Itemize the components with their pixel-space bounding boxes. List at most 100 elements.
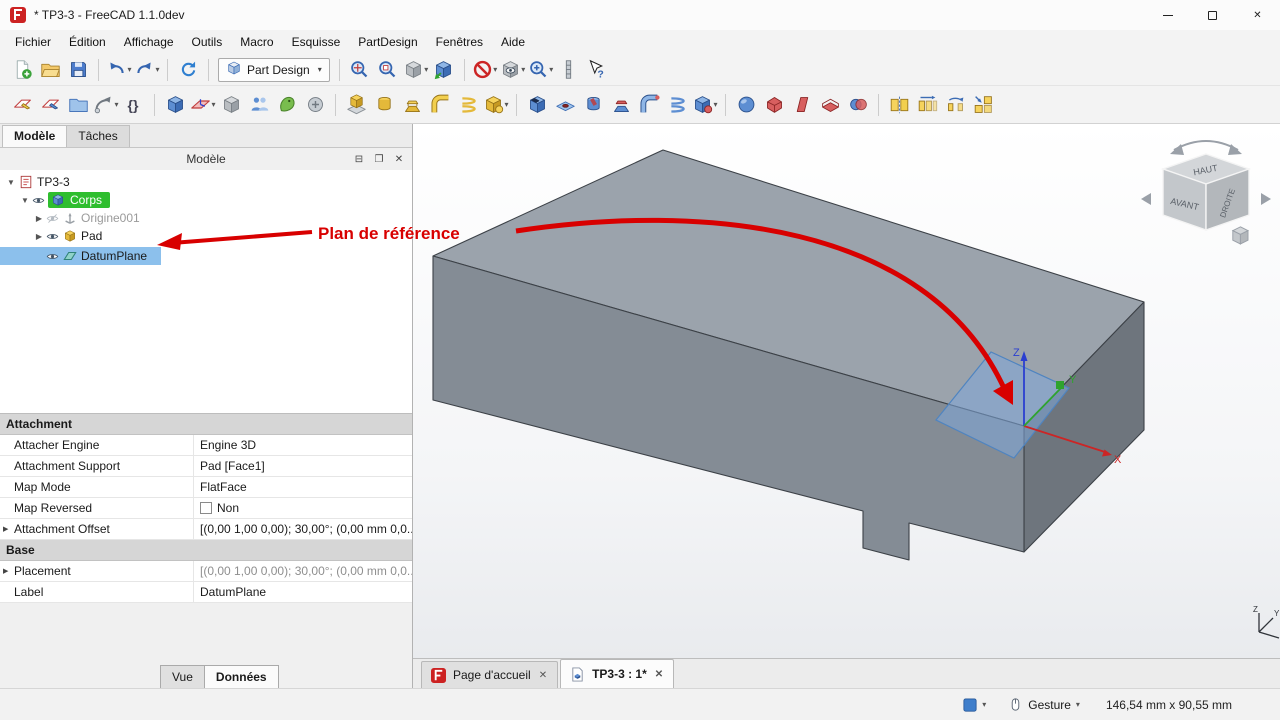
minimize-button[interactable] (1145, 0, 1190, 30)
expander-caret-icon[interactable]: ▶ (3, 567, 8, 575)
edit-sketch-button[interactable] (37, 91, 63, 119)
multitransform-button[interactable] (970, 91, 996, 119)
dropdown-caret-icon[interactable]: ▾ (127, 65, 131, 74)
undo-button[interactable]: ▾ (106, 56, 132, 84)
create-clone-button[interactable] (246, 91, 272, 119)
tree-label-document[interactable]: TP3-3 (37, 175, 70, 189)
pan-left-arrow-icon[interactable] (1141, 193, 1151, 205)
expander-caret-icon[interactable]: ▶ (3, 525, 8, 533)
navigation-cube[interactable]: HAUT AVANT DROITE (1141, 141, 1271, 244)
fit-selection-button[interactable] (375, 56, 401, 84)
subtractive-pipe-button[interactable] (636, 91, 662, 119)
dropdown-caret-icon[interactable]: ▾ (713, 100, 717, 109)
dropdown-caret-icon[interactable]: ▾ (521, 65, 525, 74)
property-value[interactable]: Engine 3D (194, 435, 412, 455)
subtractive-primitive-button[interactable]: ▾ (692, 91, 718, 119)
mirrored-button[interactable] (886, 91, 912, 119)
tree-item-origin[interactable]: ▶ Origine001 (0, 209, 412, 227)
tab-donnees[interactable]: Données (204, 665, 279, 688)
navcube-mini-cube-icon[interactable] (1233, 227, 1248, 244)
tab-start-page[interactable]: Page d'accueil ✕ (421, 661, 558, 688)
visibility-eye-off-icon[interactable] (46, 212, 62, 225)
thickness-button[interactable] (817, 91, 843, 119)
property-value[interactable]: [(0,00 1,00 0,00); 30,00°; (0,00 mm 0,0.… (194, 561, 412, 581)
expand-caret-icon[interactable]: ▶ (32, 232, 46, 241)
property-row[interactable]: ▶Attachment Offset[(0,00 1,00 0,00); 30,… (0, 519, 412, 540)
pocket-button[interactable] (524, 91, 550, 119)
fillet-button[interactable] (733, 91, 759, 119)
expand-caret-icon[interactable]: ▼ (4, 178, 18, 187)
tab-label[interactable]: TP3-3 : 1* (592, 667, 647, 681)
visibility-eye-icon[interactable] (46, 230, 62, 243)
linear-pattern-button[interactable] (914, 91, 940, 119)
3d-viewport[interactable]: X Z Y HAUT (413, 124, 1280, 658)
dropdown-caret-icon[interactable]: ▾ (493, 65, 497, 74)
tree-label-pad[interactable]: Pad (81, 229, 102, 243)
menu-edition[interactable]: Édition (60, 32, 115, 52)
additive-loft-button[interactable] (399, 91, 425, 119)
panel-float-button[interactable]: ❐ (370, 151, 388, 167)
create-body-button[interactable] (162, 91, 188, 119)
create-sketch-button[interactable] (9, 91, 35, 119)
dropdown-caret-icon[interactable]: ▾ (114, 100, 118, 109)
visibility-eye-icon[interactable] (46, 250, 62, 263)
subtractive-helix-button[interactable] (664, 91, 690, 119)
visibility-eye-icon[interactable] (32, 194, 48, 207)
polar-pattern-button[interactable] (942, 91, 968, 119)
refresh-button[interactable] (175, 56, 201, 84)
whats-this-button[interactable]: ? (584, 56, 610, 84)
additive-pipe-button[interactable] (427, 91, 453, 119)
redo-button[interactable]: ▾ (134, 56, 160, 84)
close-tab-icon[interactable]: ✕ (654, 669, 664, 680)
chamfer-button[interactable] (761, 91, 787, 119)
property-value[interactable]: Pad [Face1] (194, 456, 412, 476)
tree-item-datumplane[interactable]: DatumPlane (0, 247, 161, 265)
navigation-style-label[interactable]: Gesture (1028, 698, 1071, 712)
property-row[interactable]: Map ReversedNon (0, 498, 412, 519)
zoom-in-button[interactable]: ▾ (528, 56, 554, 84)
fit-all-button[interactable] (347, 56, 373, 84)
menu-partdesign[interactable]: PartDesign (349, 32, 426, 52)
checkbox[interactable] (200, 502, 212, 514)
clipping-button[interactable]: ▾ (472, 56, 498, 84)
create-group-button[interactable] (65, 91, 91, 119)
menu-aide[interactable]: Aide (492, 32, 534, 52)
sync-view-button[interactable] (431, 56, 457, 84)
expand-caret-icon[interactable]: ▼ (18, 196, 32, 205)
close-tab-icon[interactable]: ✕ (538, 670, 548, 681)
active-body-highlight[interactable]: Corps (48, 192, 110, 208)
property-value[interactable]: DatumPlane (194, 582, 412, 602)
variable-set-button[interactable]: {} (121, 91, 147, 119)
save-file-button[interactable] (65, 56, 91, 84)
open-file-button[interactable] (37, 56, 63, 84)
close-button[interactable]: ✕ (1235, 0, 1280, 30)
subtractive-loft-button[interactable] (608, 91, 634, 119)
property-row[interactable]: ▶Placement[(0,00 1,00 0,00); 30,00°; (0,… (0, 561, 412, 582)
measure-button[interactable] (556, 56, 582, 84)
revolution-button[interactable] (371, 91, 397, 119)
pad-solid[interactable] (433, 150, 1144, 560)
property-group-header[interactable]: Attachment (0, 414, 412, 435)
menu-esquisse[interactable]: Esquisse (283, 32, 350, 52)
tab-vue[interactable]: Vue (160, 665, 205, 688)
dropdown-caret-icon[interactable]: ▾ (549, 65, 553, 74)
tree-label-origin[interactable]: Origine001 (81, 211, 140, 225)
expand-caret-icon[interactable]: ▶ (32, 214, 46, 223)
tab-label[interactable]: Page d'accueil (453, 668, 531, 682)
create-datum-button[interactable]: ▾ (190, 91, 216, 119)
new-file-button[interactable] (9, 56, 35, 84)
standard-views-button[interactable]: ▾ (403, 56, 429, 84)
pan-right-arrow-icon[interactable] (1261, 193, 1271, 205)
migrate-button[interactable] (302, 91, 328, 119)
tree-item-document[interactable]: ▼ TP3-3 (0, 173, 412, 191)
property-value[interactable]: FlatFace (194, 477, 412, 497)
tab-taches[interactable]: Tâches (66, 125, 129, 147)
property-row[interactable]: LabelDatumPlane (0, 582, 412, 603)
additive-primitive-button[interactable]: ▾ (483, 91, 509, 119)
render-style-dropdown[interactable]: ▾ (963, 698, 986, 712)
pad-button[interactable] (343, 91, 369, 119)
workbench-selector[interactable]: Part Design▾ (218, 58, 330, 82)
panel-collapse-button[interactable]: ⊟ (350, 151, 368, 167)
tree-item-body[interactable]: ▼ Corps (0, 191, 412, 209)
draw-style-button[interactable]: ▾ (500, 56, 526, 84)
